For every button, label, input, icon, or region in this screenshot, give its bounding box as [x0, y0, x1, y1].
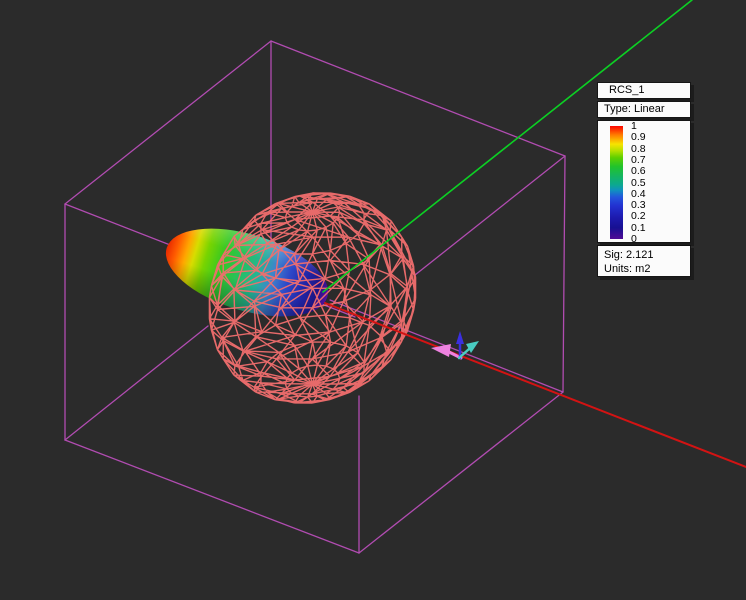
z-axis-arrow-icon	[456, 331, 464, 344]
colorbar-tick-label: 0	[631, 234, 637, 245]
legend-panel[interactable]: RCS_1 Type: Linear 10.90.80.70.60.50.40.…	[597, 82, 691, 279]
legend-stats-section: Sig: 2.121 Units: m2	[597, 245, 691, 277]
colorbar-tick-label: 0.9	[631, 132, 646, 143]
legend-scale-type: Type: Linear	[597, 101, 691, 118]
colorbar-tick-label: 0.6	[631, 166, 646, 177]
colorbar-labels: 10.90.80.70.60.50.40.30.20.10	[631, 121, 681, 244]
legend-units-value: Units: m2	[604, 262, 690, 276]
legend-colorbar-section: 10.90.80.70.60.50.40.30.20.10	[597, 120, 691, 243]
red-axis-line	[325, 303, 746, 467]
legend-sig-value: Sig: 2.121	[604, 248, 690, 262]
viewport-3d[interactable]: RCS_1 Type: Linear 10.90.80.70.60.50.40.…	[0, 0, 746, 600]
legend-title: RCS_1	[597, 82, 691, 99]
colorbar-tick-label: 0.2	[631, 211, 646, 222]
colorbar-gradient	[610, 126, 623, 239]
coordinate-triad	[431, 331, 479, 358]
